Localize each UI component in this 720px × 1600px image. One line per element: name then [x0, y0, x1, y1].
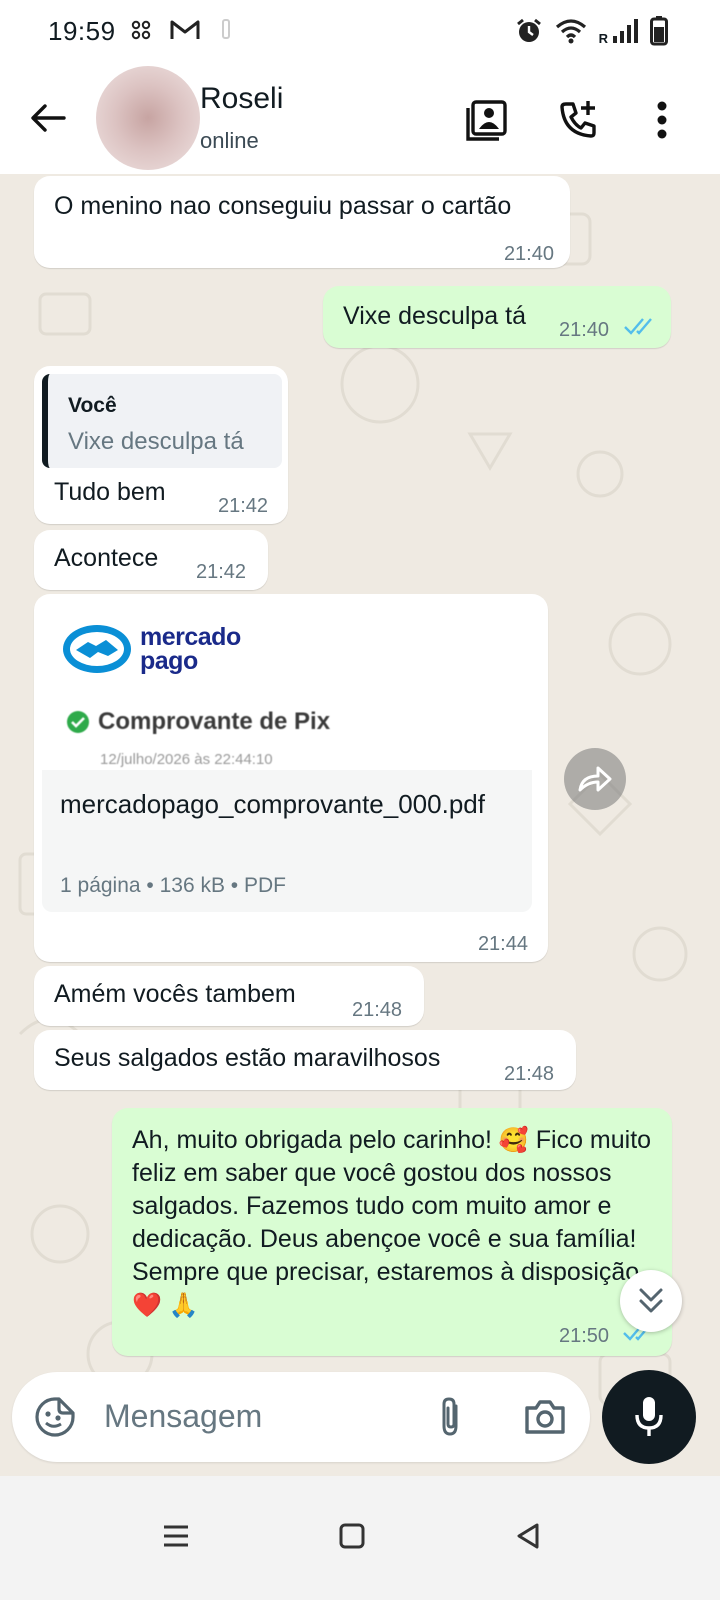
message-time: 21:44	[477, 933, 528, 955]
document-meta: 1 página • 136 kB • PDF	[60, 874, 286, 897]
message-bubble[interactable]: Acontece 21:42	[34, 530, 268, 590]
message-input[interactable]: Mensagem	[104, 1398, 262, 1435]
attach-button[interactable]	[430, 1396, 470, 1443]
battery-icon	[650, 16, 668, 51]
message-text: Vixe desculpa tá	[343, 302, 526, 330]
network-type-label: R	[598, 31, 608, 46]
back-nav-button[interactable]	[498, 1506, 558, 1566]
handshake-logo-icon	[63, 625, 131, 673]
message-time: 21:50	[559, 1325, 610, 1347]
message-text: Acontece	[54, 544, 159, 572]
message-time: 21:48	[504, 1063, 555, 1085]
sticker-icon	[35, 1397, 75, 1437]
contact-name[interactable]: Roseli	[200, 82, 283, 116]
message-text: O menino nao conseguiu passar o cartão	[54, 192, 512, 220]
document-preview[interactable]: mercado pago Comprovante de Pix 12/julho…	[42, 604, 532, 770]
chat-header: Roseli online	[0, 62, 720, 174]
message-input-bar[interactable]: Mensagem	[12, 1372, 590, 1462]
message-bubble[interactable]: Amém vocês tambem 21:48	[34, 966, 424, 1026]
folded-hands-emoji: 🙏	[168, 1291, 199, 1319]
home-icon	[339, 1523, 365, 1549]
chat-area[interactable]: O menino nao conseguiu passar o cartão 2…	[0, 174, 720, 1496]
message-bubble[interactable]: Ah, muito obrigada pelo carinho! 🥰 Fico …	[112, 1108, 672, 1356]
forward-button[interactable]	[564, 748, 626, 810]
attach-icon	[442, 1397, 458, 1436]
check-circle-icon	[67, 711, 89, 733]
brand-line-1: mercado	[140, 623, 241, 651]
message-text: Amém vocês tambem	[54, 980, 296, 1008]
alarm-icon	[515, 17, 543, 50]
notification-icon	[218, 18, 234, 47]
voice-message-button[interactable]	[602, 1370, 696, 1464]
message-text: Tudo bem	[54, 478, 166, 506]
gmail-icon	[170, 19, 200, 46]
document-file-name: mercadopago_comprovante_000.pdf	[60, 789, 485, 819]
mercado-pago-logo: mercado pago	[62, 624, 241, 674]
message-bubble[interactable]: Seus salgados estão maravilhosos 21:48	[34, 1030, 576, 1090]
document-message[interactable]: mercado pago Comprovante de Pix 12/julho…	[34, 594, 548, 962]
double-chevron-down-icon	[639, 1288, 663, 1313]
system-navigation-bar	[0, 1476, 720, 1600]
link-icon	[130, 19, 152, 46]
quote-author: Você	[68, 394, 117, 417]
home-button[interactable]	[322, 1506, 382, 1566]
contact-status: online	[200, 128, 259, 153]
message-time: 21:48	[352, 999, 403, 1021]
read-ticks-icon	[624, 318, 652, 335]
status-time: 19:59	[48, 16, 116, 46]
more-vert-icon	[657, 101, 667, 139]
message-text: Seus salgados estão maravilhosos	[54, 1044, 441, 1072]
signal-icon	[612, 18, 638, 49]
mic-icon	[635, 1397, 663, 1436]
quoted-message[interactable]: Você Vixe desculpa tá	[42, 374, 282, 468]
back-button[interactable]	[28, 98, 68, 138]
red-heart-emoji: ❤️	[132, 1291, 162, 1319]
smiling-hearts-emoji: 🥰	[498, 1126, 529, 1154]
camera-icon	[525, 1400, 565, 1434]
message-time: 21:40	[559, 319, 610, 341]
brand-line-2: pago	[140, 647, 198, 675]
document-info[interactable]: mercadopago_comprovante_000.pdf 1 página…	[42, 770, 532, 912]
quote-text: Vixe desculpa tá	[68, 428, 244, 455]
add-call-button[interactable]	[554, 96, 602, 144]
add-call-icon	[560, 101, 596, 138]
back-icon	[517, 1523, 539, 1549]
pix-date: 12/julho/2026 às 22:44:10	[100, 751, 273, 768]
contact-card-icon	[466, 100, 507, 141]
message-time: 21:40	[503, 243, 554, 265]
camera-button[interactable]	[524, 1396, 566, 1443]
forward-icon	[578, 766, 612, 792]
avatar[interactable]	[96, 66, 200, 170]
scroll-to-bottom-button[interactable]	[620, 1270, 682, 1332]
recents-button[interactable]	[146, 1506, 206, 1566]
recents-icon	[164, 1525, 188, 1547]
back-arrow-icon	[31, 104, 66, 132]
sticker-button[interactable]	[34, 1396, 76, 1443]
more-options-button[interactable]	[638, 96, 686, 144]
pix-title: Comprovante de Pix	[98, 708, 331, 735]
message-text: Ah, muito obrigada pelo carinho! 🥰 Fico …	[132, 1126, 652, 1319]
status-bar: 19:59 R	[0, 0, 720, 62]
message-bubble[interactable]: Você Vixe desculpa tá Tudo bem 21:42	[34, 366, 288, 524]
message-bubble[interactable]: Vixe desculpa tá 21:40	[323, 286, 671, 348]
message-time: 21:42	[218, 495, 269, 517]
wifi-icon	[555, 18, 587, 49]
message-bubble[interactable]: O menino nao conseguiu passar o cartão 2…	[34, 176, 570, 268]
message-time: 21:42	[196, 561, 247, 583]
contact-card-button[interactable]	[463, 96, 511, 144]
